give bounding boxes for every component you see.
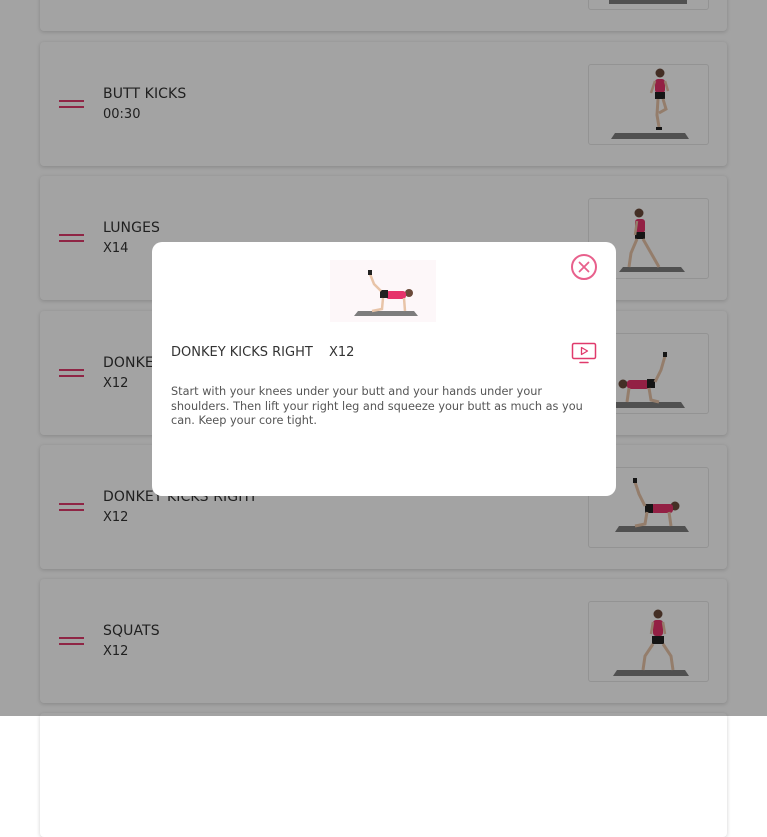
modal-exercise-name: DONKEY KICKS RIGHT [171, 345, 313, 360]
modal-exercise-rep: X12 [329, 345, 355, 360]
donkey-kick-figure [330, 260, 436, 322]
exercise-card[interactable] [40, 713, 727, 837]
modal-exercise-description: Start with your knees under your butt an… [171, 385, 583, 427]
exercise-detail-modal: DONKEY KICKS RIGHT X12 Start with your k… [152, 242, 616, 496]
close-circle-icon[interactable] [571, 254, 597, 280]
play-video-icon[interactable] [571, 342, 597, 364]
